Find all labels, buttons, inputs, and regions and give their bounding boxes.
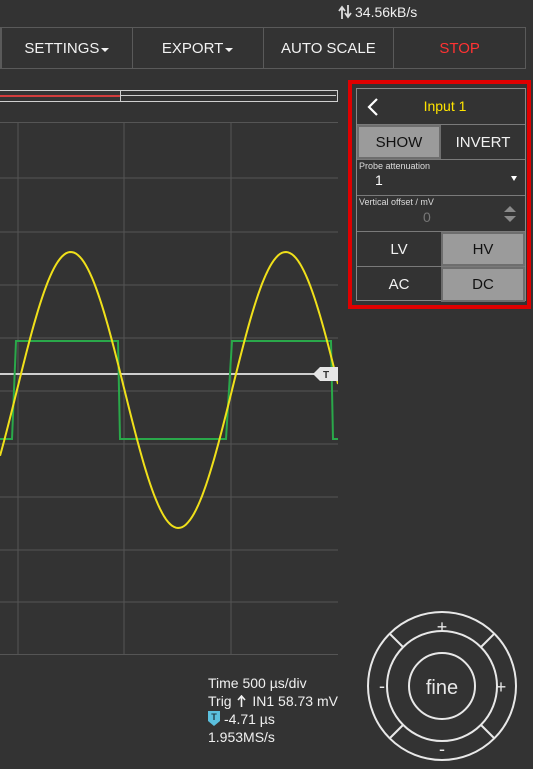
- buffer-position-indicator: [0, 95, 120, 97]
- settings-menu-button[interactable]: SETTINGS: [2, 28, 133, 68]
- auto-scale-button[interactable]: AUTO SCALE: [264, 28, 395, 68]
- top-menu: SETTINGS EXPORT AUTO SCALE STOP: [0, 27, 526, 69]
- trigger-badge-icon: T: [208, 711, 220, 726]
- time-navigation-bar[interactable]: [0, 90, 338, 102]
- probe-attenuation-value: 1: [375, 172, 383, 188]
- view-window-center-line: [120, 95, 336, 96]
- caret-down-icon: [225, 47, 234, 52]
- lv-hv-row: LV HV: [357, 232, 525, 267]
- vertical-offset-value: 0: [423, 209, 431, 225]
- dpad-up-label: +: [437, 617, 448, 637]
- rising-edge-arrow-icon: [237, 694, 247, 707]
- input-settings-panel: Input 1 SHOW INVERT Probe attenuation 1 …: [356, 88, 526, 302]
- panel-header: Input 1: [357, 89, 525, 125]
- stop-label: STOP: [439, 39, 480, 57]
- lv-button[interactable]: LV: [357, 232, 441, 266]
- ac-button[interactable]: AC: [357, 267, 441, 302]
- view-window[interactable]: [120, 90, 338, 102]
- oscilloscope-graph[interactable]: T: [0, 122, 338, 655]
- probe-attenuation-label: Probe attenuation: [359, 161, 431, 171]
- show-invert-row: SHOW INVERT: [357, 125, 525, 160]
- acquisition-readout: Time 500 µs/div Trig IN1 58.73 mV T -4.7…: [208, 674, 338, 746]
- probe-attenuation-select[interactable]: Probe attenuation 1: [357, 160, 525, 196]
- trigger-level-marker[interactable]: T: [313, 367, 338, 381]
- graph-grid: [0, 122, 338, 655]
- trigger-value: IN1 58.73 mV: [252, 693, 338, 709]
- data-rate: 34.56kB/s: [338, 4, 417, 20]
- trigger-marker-label: T: [323, 370, 329, 381]
- stop-button[interactable]: STOP: [394, 28, 525, 68]
- export-menu-label: EXPORT: [161, 39, 224, 57]
- trigger-delay-value: -4.71 µs: [224, 711, 275, 727]
- data-rate-value: 34.56kB/s: [355, 4, 418, 20]
- settings-menu-label: SETTINGS: [24, 39, 100, 57]
- up-down-arrows-icon: [338, 5, 352, 19]
- time-scale: Time 500 µs/div: [208, 675, 307, 691]
- show-button[interactable]: SHOW: [357, 125, 441, 159]
- ac-dc-row: AC DC: [357, 267, 525, 302]
- auto-scale-label: AUTO SCALE: [280, 39, 376, 57]
- status-bar: 34.56kB/s: [0, 0, 533, 26]
- caret-down-icon: [101, 47, 110, 52]
- dc-button[interactable]: DC: [441, 267, 525, 302]
- panel-title: Input 1: [423, 98, 467, 114]
- trigger-badge-label: T: [211, 712, 217, 722]
- sample-rate: 1.953MS/s: [208, 729, 275, 745]
- dpad-down-label[interactable]: -: [439, 739, 445, 759]
- direction-pad: + - - + fine: [367, 611, 517, 761]
- trigger-info: Trig IN1 58.73 mV: [208, 692, 338, 710]
- hv-button[interactable]: HV: [441, 232, 525, 266]
- vertical-offset-field[interactable]: Vertical offset / mV 0: [357, 196, 525, 232]
- dpad-right-label[interactable]: +: [496, 677, 507, 697]
- vertical-offset-label: Vertical offset / mV: [359, 197, 434, 207]
- channel-1-trace: [0, 250, 338, 530]
- invert-button[interactable]: INVERT: [441, 125, 525, 159]
- trigger-prefix: Trig: [208, 693, 232, 709]
- export-menu-button[interactable]: EXPORT: [133, 28, 264, 68]
- dpad-left-label[interactable]: -: [379, 676, 385, 696]
- channel-2-trace: [0, 340, 338, 440]
- caret-down-icon: [511, 176, 517, 181]
- spinner-arrows-icon[interactable]: [503, 205, 517, 223]
- fine-button[interactable]: fine: [426, 677, 458, 699]
- trigger-delay: T -4.71 µs: [208, 710, 338, 728]
